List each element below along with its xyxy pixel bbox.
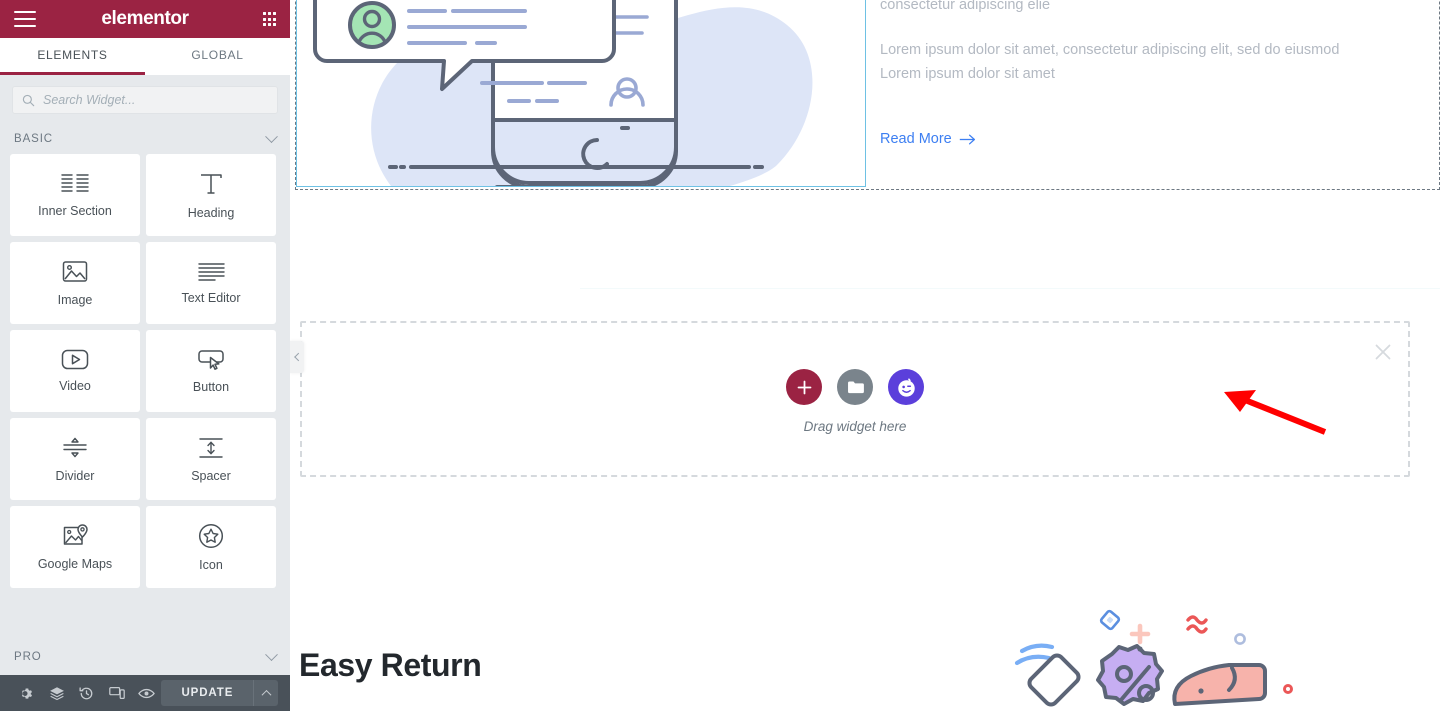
widget-label: Inner Section <box>38 203 112 218</box>
widget-label: Heading <box>187 205 235 220</box>
widget-grid: Inner Section Heading Image Text Editor … <box>0 154 290 588</box>
search-container <box>0 75 290 124</box>
text-editor-icon <box>197 262 225 281</box>
widget-label: Video <box>59 379 91 393</box>
ai-builder-button[interactable] <box>888 369 924 405</box>
tab-global[interactable]: GLOBAL <box>145 38 290 75</box>
widget-google-maps[interactable]: Google Maps <box>10 506 140 588</box>
image-icon <box>62 260 88 282</box>
widget-image[interactable]: Image <box>10 242 140 324</box>
hamburger-menu-icon[interactable] <box>14 11 36 27</box>
panel-tabs: ELEMENTS GLOBAL <box>0 38 290 75</box>
widget-label: Image <box>57 292 93 307</box>
widget-label: Text Editor <box>181 290 241 305</box>
button-cursor-icon <box>198 349 224 370</box>
google-maps-icon <box>63 524 88 545</box>
chevron-down-icon <box>265 129 278 143</box>
drop-zone[interactable]: Drag widget here <box>300 321 1410 477</box>
category-basic-label: BASIC <box>14 133 54 145</box>
page-title: Easy Return <box>299 647 482 683</box>
widget-label: Icon <box>199 557 223 572</box>
text-line-top: consectetur adipiscing elie <box>880 0 1051 13</box>
search-icon <box>22 94 35 106</box>
close-x-icon <box>1375 344 1391 360</box>
widget-list-scroll[interactable]: Inner Section Heading Image Text Editor … <box>0 154 290 639</box>
drop-zone-buttons <box>786 369 924 405</box>
widget-inner-section[interactable]: Inner Section <box>10 154 140 236</box>
close-section-button[interactable] <box>1374 343 1392 361</box>
update-options-button[interactable] <box>253 680 279 706</box>
chevron-left-icon <box>294 352 303 362</box>
text-block: consectetur adipiscing elie Lorem ipsum … <box>880 0 1439 86</box>
section-divider <box>580 288 1440 289</box>
widget-label: Google Maps <box>37 557 113 571</box>
video-play-icon <box>61 349 89 370</box>
tab-elements[interactable]: ELEMENTS <box>0 38 145 75</box>
settings-gear-icon[interactable] <box>12 675 42 711</box>
drop-zone-content: Drag widget here <box>302 369 1408 434</box>
read-more-link[interactable]: Read More <box>880 131 976 147</box>
search-input[interactable] <box>43 93 268 107</box>
widget-text-editor[interactable]: Text Editor <box>146 242 276 324</box>
add-template-button[interactable] <box>837 369 873 405</box>
panel-footer: UPDATE <box>0 675 290 711</box>
image-widget[interactable] <box>296 0 866 187</box>
widget-label: Button <box>192 379 230 394</box>
text-paragraph-line-1: Lorem ipsum dolor sit amet, consectetur … <box>880 42 1340 59</box>
text-paragraph-line-2: Lorem ipsum dolor sit amet <box>880 65 1055 82</box>
responsive-mode-icon[interactable] <box>102 675 132 711</box>
history-revisions-icon[interactable] <box>72 675 102 711</box>
widget-spacer[interactable]: Spacer <box>146 418 276 500</box>
inner-section-icon <box>61 173 89 192</box>
widget-icon[interactable]: Icon <box>146 506 276 588</box>
folder-icon <box>847 381 864 394</box>
chevron-down-icon <box>265 647 278 661</box>
widget-panel: elementor ELEMENTS GLOBAL BASIC <box>0 0 290 711</box>
divider-icon <box>63 437 87 457</box>
elementor-logo: elementor <box>101 8 189 29</box>
navigator-layers-icon[interactable] <box>42 675 72 711</box>
text-widget[interactable]: consectetur adipiscing elie Lorem ipsum … <box>866 0 1439 189</box>
category-basic[interactable]: BASIC <box>0 124 290 154</box>
plus-icon <box>797 380 811 394</box>
widget-video[interactable]: Video <box>10 330 140 412</box>
chat-bubble-phone-illustration <box>297 0 865 186</box>
add-widget-button[interactable] <box>786 369 822 405</box>
category-pro-label: PRO <box>14 651 42 663</box>
apps-grid-icon[interactable] <box>262 12 276 26</box>
page-canvas[interactable]: consectetur adipiscing elie Lorem ipsum … <box>290 0 1440 711</box>
drop-zone-label: Drag widget here <box>803 419 907 434</box>
widget-label: Spacer <box>191 468 231 483</box>
update-button[interactable]: UPDATE <box>161 680 254 706</box>
preview-eye-icon[interactable] <box>132 675 162 711</box>
category-pro[interactable]: PRO <box>0 639 290 675</box>
elementor-editor: elementor ELEMENTS GLOBAL BASIC <box>0 0 1440 711</box>
discount-tag-hand-illustration <box>1000 601 1330 711</box>
widget-heading[interactable]: Heading <box>146 154 276 236</box>
widget-divider[interactable]: Divider <box>10 418 140 500</box>
star-badge-icon <box>198 523 224 548</box>
panel-header: elementor <box>0 0 290 38</box>
widget-button[interactable]: Button <box>146 330 276 412</box>
chevron-up-icon <box>261 689 272 700</box>
search-box[interactable] <box>12 86 278 114</box>
section-one[interactable]: consectetur adipiscing elie Lorem ipsum … <box>295 0 1440 190</box>
section-three[interactable]: Easy Return <box>290 585 1440 711</box>
arrow-right-icon <box>959 134 975 145</box>
read-more-label: Read More <box>880 131 952 148</box>
section-two[interactable]: Drag widget here <box>295 308 1440 488</box>
widget-label: Divider <box>55 468 95 483</box>
heading-t-icon <box>201 173 222 194</box>
ai-face-icon <box>897 377 915 397</box>
spacer-icon <box>199 437 223 458</box>
panel-collapse-handle[interactable] <box>290 341 304 373</box>
